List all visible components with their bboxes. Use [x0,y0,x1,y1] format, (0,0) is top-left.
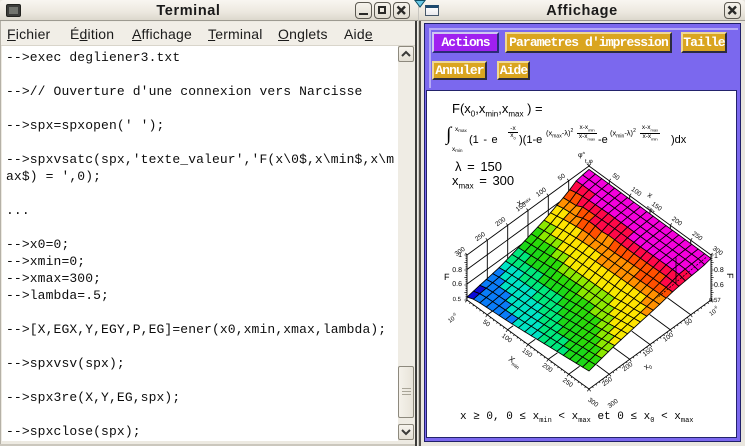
svg-text:100: 100 [500,332,513,344]
svg-text:250: 250 [601,376,614,388]
svg-text:150: 150 [520,347,533,359]
svg-text:0.5: 0.5 [453,296,462,303]
svg-text:200: 200 [494,216,507,228]
svg-text:100: 100 [662,331,675,343]
svg-text:x: x [646,190,655,200]
svg-text:50: 50 [611,172,621,182]
svg-text:150: 150 [642,346,655,358]
svg-text:F: F [725,273,735,279]
svg-text:300: 300 [711,245,724,257]
svg-text:100: 100 [535,186,548,198]
svg-text:250: 250 [474,231,487,243]
svg-text:200: 200 [670,216,683,228]
svg-text:0.8: 0.8 [452,267,462,274]
svg-text:0.57: 0.57 [709,297,721,304]
svg-text:300: 300 [454,246,467,258]
svg-text:200: 200 [621,361,634,373]
svg-text:200: 200 [541,362,554,374]
svg-text:250: 250 [561,377,574,389]
svg-text:x0: x0 [642,360,654,373]
svg-text:250: 250 [691,230,704,242]
svg-text:300: 300 [607,398,620,410]
svg-text:10-6: 10-6 [446,311,460,325]
svg-text:0.6: 0.6 [714,282,724,289]
svg-text:φa: φa [578,150,586,159]
svg-text:50: 50 [481,319,491,329]
svg-text:Xmin: Xmin [506,354,523,371]
svg-text:300: 300 [586,397,599,409]
svg-text:0.6: 0.6 [452,281,462,288]
svg-text:10-6: 10-6 [707,304,721,318]
svg-text:F: F [444,272,450,282]
svg-text:t0φ: t0φ [585,159,593,166]
svg-text:100: 100 [630,186,643,198]
svg-text:50: 50 [557,172,567,182]
svg-text:0.8: 0.8 [714,267,724,274]
